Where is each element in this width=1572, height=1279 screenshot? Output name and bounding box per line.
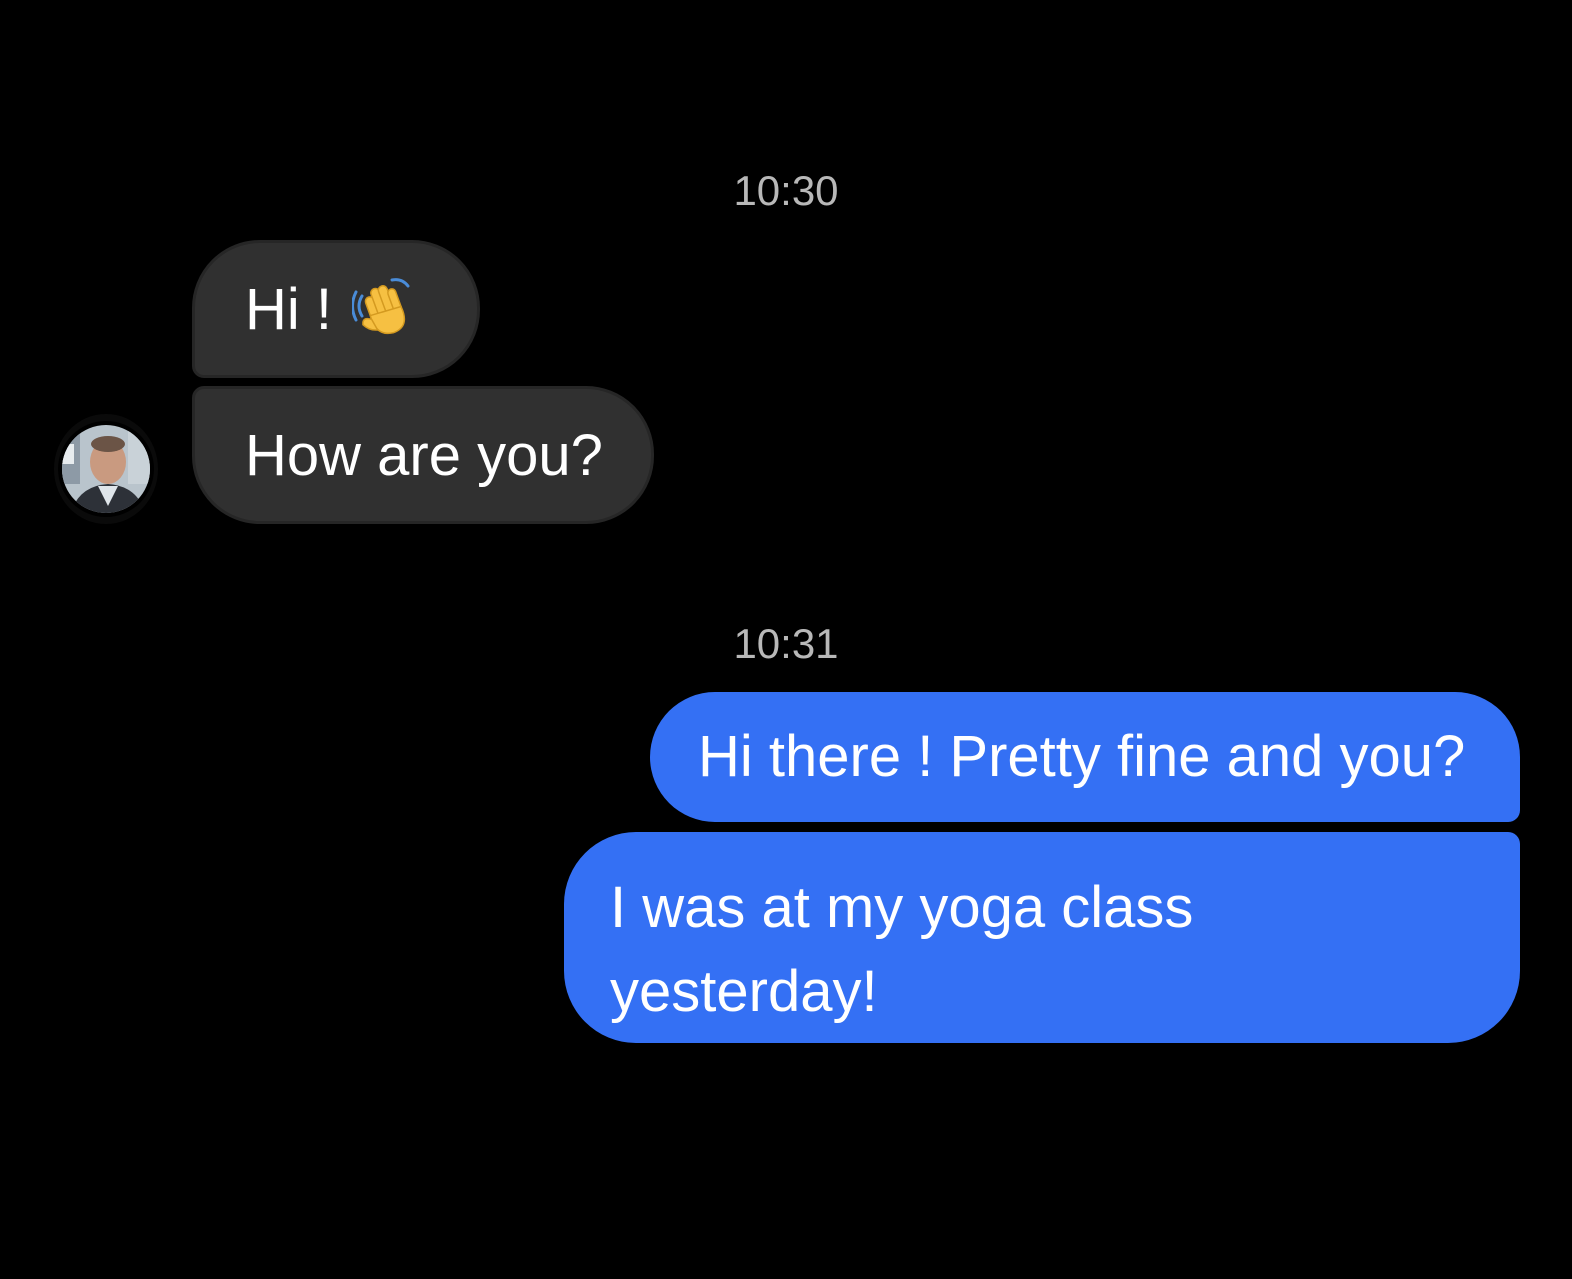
message-text: How are you? — [245, 423, 603, 488]
message-timestamp: 10:31 — [733, 620, 839, 667]
message-text: Hi there ! Pretty fine and you? — [698, 724, 1466, 789]
contact-avatar[interactable] — [54, 414, 158, 524]
outgoing-message-bubble[interactable]: Hi there ! Pretty fine and you? — [650, 692, 1520, 822]
message-text: I was at my yoga class yesterday! — [610, 875, 1194, 1024]
waving-hand-icon — [352, 277, 410, 334]
contact-photo — [58, 421, 154, 517]
message-timestamp: 10:30 — [733, 167, 839, 214]
incoming-message-bubble[interactable]: How are you? — [192, 386, 654, 524]
outgoing-message-bubble[interactable]: I was at my yoga class yesterday! — [564, 832, 1520, 1043]
message-text: Hi ! — [245, 277, 332, 342]
incoming-message-bubble[interactable]: Hi ! — [192, 240, 480, 378]
